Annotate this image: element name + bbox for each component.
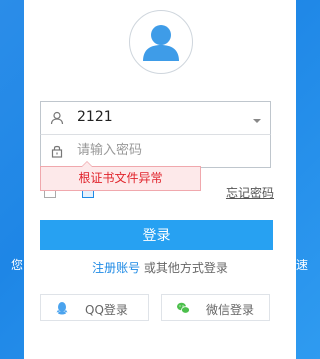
username-field[interactable]: 2121 (40, 101, 271, 135)
username-value[interactable]: 2121 (77, 109, 113, 125)
user-avatar-icon (129, 10, 193, 74)
background-text-left: 您 (11, 258, 24, 272)
qq-login-button[interactable]: QQ登录 (40, 294, 149, 321)
wechat-login-label: 微信登录 (206, 303, 255, 317)
password-input[interactable] (73, 140, 266, 160)
lock-icon (50, 144, 64, 158)
login-panel: 2121 忘记密码 根证书文件异常 登录 注册账号 或其他方式登录 QQ登录 微… (24, 0, 296, 359)
user-icon (50, 111, 64, 125)
wechat-login-button[interactable]: 微信登录 (161, 294, 270, 321)
register-row: 注册账号 或其他方式登录 (24, 259, 296, 276)
background-text-right: 速 (296, 258, 309, 272)
forgot-password-link[interactable]: 忘记密码 (226, 184, 274, 201)
login-button[interactable]: 登录 (40, 220, 273, 250)
password-field-box (40, 134, 271, 168)
qq-login-label: QQ登录 (85, 303, 128, 317)
dropdown-arrow-icon[interactable] (251, 112, 263, 124)
qq-icon (55, 301, 69, 315)
other-login-text: 或其他方式登录 (140, 261, 228, 275)
wechat-icon (176, 301, 190, 315)
error-tooltip: 根证书文件异常 (40, 161, 201, 191)
register-link[interactable]: 注册账号 (92, 261, 140, 275)
